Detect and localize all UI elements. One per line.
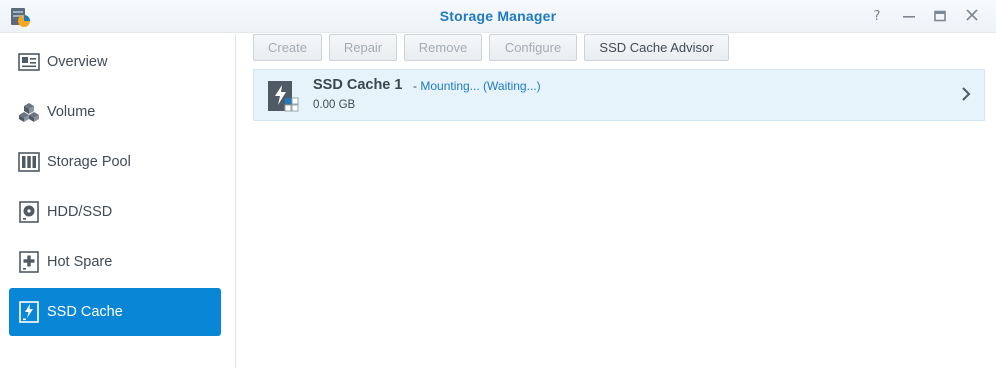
sidebar-item-hot-spare[interactable]: Hot Spare	[9, 238, 221, 286]
cache-status: - Mounting... (Waiting...)	[413, 79, 541, 93]
cache-name: SSD Cache 1	[313, 77, 403, 93]
close-button[interactable]	[962, 7, 982, 27]
storage-pool-icon	[18, 151, 40, 173]
remove-button[interactable]: Remove	[404, 34, 482, 61]
help-button[interactable]: ?	[867, 7, 887, 27]
sidebar: Overview Volume Storage Pool HDD/SSD Hot…	[0, 34, 236, 368]
status-text: Mounting... (Waiting...)	[420, 79, 541, 93]
sidebar-item-hdd-ssd[interactable]: HDD/SSD	[9, 188, 221, 236]
minimize-icon	[903, 16, 915, 18]
sidebar-item-label: HDD/SSD	[47, 204, 113, 220]
hot-spare-icon	[18, 251, 40, 273]
cache-size: 0.00 GB	[313, 99, 356, 111]
configure-button[interactable]: Configure	[489, 34, 577, 61]
sidebar-item-overview[interactable]: Overview	[9, 38, 221, 86]
ssd-cache-advisor-button[interactable]: SSD Cache Advisor	[584, 34, 729, 61]
title-bar: Storage Manager ?	[0, 0, 996, 33]
window-title: Storage Manager	[439, 8, 557, 24]
create-button[interactable]: Create	[253, 34, 322, 61]
sidebar-item-storage-pool[interactable]: Storage Pool	[9, 138, 221, 186]
volume-icon	[18, 101, 40, 123]
hdd-icon	[18, 201, 40, 223]
sidebar-item-label: Overview	[47, 54, 108, 70]
maximize-icon	[934, 10, 946, 22]
maximize-button[interactable]	[930, 7, 950, 27]
overview-icon	[18, 51, 40, 73]
sidebar-item-volume[interactable]: Volume	[9, 88, 221, 136]
storage-manager-window: Storage Manager ? Overview Volume Storag…	[0, 0, 996, 368]
sidebar-item-label: Hot Spare	[47, 254, 113, 270]
close-icon	[966, 9, 978, 21]
ssd-cache-icon	[18, 301, 40, 323]
ssd-cache-device-icon	[268, 81, 299, 112]
list-item[interactable]: SSD Cache 1 - Mounting... (Waiting...) 0…	[253, 69, 985, 121]
repair-button[interactable]: Repair	[329, 34, 397, 61]
chevron-right-icon[interactable]	[959, 84, 973, 104]
sidebar-item-label: Storage Pool	[47, 154, 131, 170]
minimize-button[interactable]	[899, 7, 919, 27]
sidebar-item-label: SSD Cache	[47, 304, 123, 320]
sidebar-item-ssd-cache[interactable]: SSD Cache	[9, 288, 221, 336]
sidebar-item-label: Volume	[47, 104, 96, 120]
